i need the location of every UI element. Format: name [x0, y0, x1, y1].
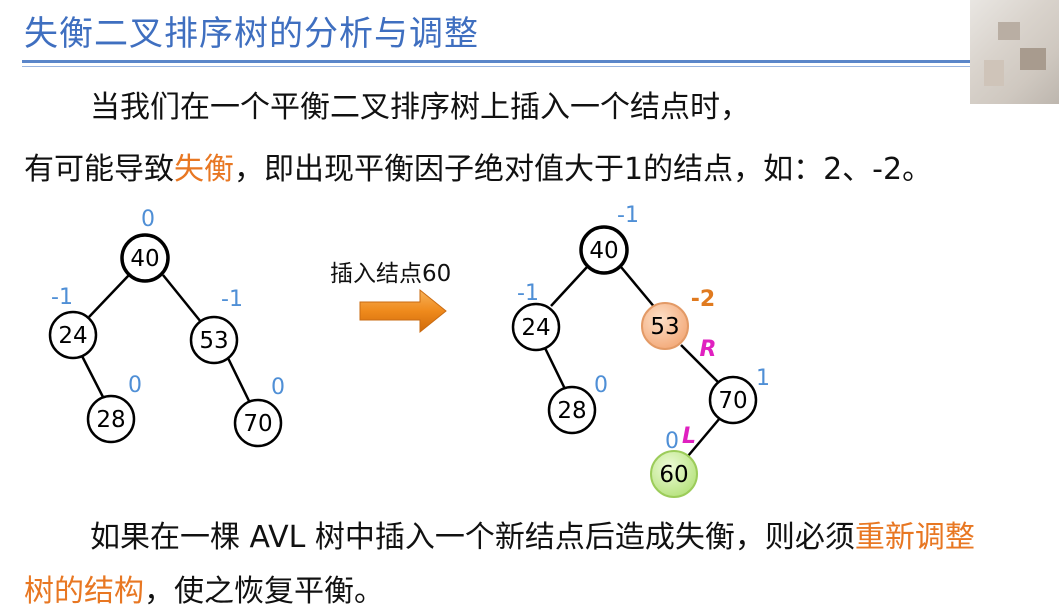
highlight-tree-structure: 树的结构: [24, 574, 144, 609]
svg-text:40: 40: [589, 238, 618, 264]
before-node-24: 24: [48, 310, 98, 360]
svg-text:53: 53: [199, 328, 228, 354]
rotation-label-l: L: [682, 424, 696, 449]
after-bf-28: 0: [594, 373, 608, 398]
after-node-28: 28: [547, 385, 597, 435]
before-node-40: 40: [120, 233, 170, 283]
svg-text:70: 70: [243, 411, 272, 437]
conclusion-line-1: 如果在一棵 AVL 树中插入一个新结点后造成失衡，则必须重新调整: [90, 520, 975, 555]
before-bf-28: 0: [128, 373, 142, 398]
insert-arrow-icon: [359, 288, 447, 334]
svg-text:28: 28: [557, 398, 586, 424]
svg-text:70: 70: [718, 388, 747, 414]
after-node-70: 70: [708, 375, 758, 425]
svg-text:40: 40: [130, 246, 159, 272]
svg-text:60: 60: [659, 462, 688, 488]
svg-text:28: 28: [96, 407, 125, 433]
after-bf-40: -1: [617, 203, 639, 228]
before-node-53: 53: [189, 315, 239, 365]
svg-text:53: 53: [650, 314, 679, 340]
svg-text:24: 24: [58, 323, 87, 349]
before-node-28: 28: [86, 394, 136, 444]
after-bf-24: -1: [517, 281, 539, 306]
after-bf-60: 0: [665, 429, 679, 454]
rotation-label-r: R: [700, 337, 717, 362]
after-node-53-unbalanced: 53: [641, 302, 689, 350]
before-bf-70: 0: [271, 375, 285, 400]
svg-text:24: 24: [521, 315, 550, 341]
before-bf-53: -1: [221, 287, 243, 312]
conclusion-line-2: 树的结构，使之恢复平衡。: [24, 574, 384, 609]
after-node-24: 24: [511, 302, 561, 352]
before-node-70: 70: [233, 398, 283, 448]
before-bf-40: 0: [141, 207, 155, 232]
after-bf-70: 1: [756, 366, 770, 391]
after-node-60-new: 60: [650, 450, 698, 498]
highlight-readjust: 重新调整: [854, 520, 975, 555]
after-node-40: 40: [579, 225, 629, 275]
after-bf-53: -2: [691, 287, 715, 312]
before-bf-24: -1: [51, 285, 73, 310]
